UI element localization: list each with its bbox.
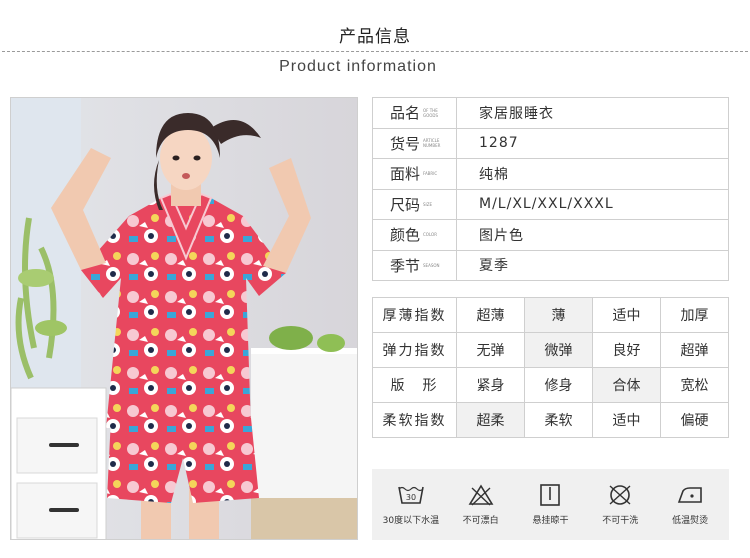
care-item-dryclean: 不可干洗 bbox=[587, 483, 653, 526]
info-label-en: SEASON bbox=[423, 262, 440, 268]
care-label: 不可漂白 bbox=[462, 516, 499, 526]
attr-option: 合体 bbox=[593, 368, 661, 403]
info-value: 1287 bbox=[479, 135, 519, 152]
attr-option: 微弹 bbox=[525, 333, 593, 368]
info-value: M/L/XL/XXL/XXXL bbox=[479, 196, 614, 213]
attr-option: 无弹 bbox=[457, 333, 525, 368]
attr-option: 适中 bbox=[593, 403, 661, 438]
care-label: 悬挂晾干 bbox=[532, 516, 569, 526]
info-label-cell: 季节 SEASON bbox=[373, 250, 457, 280]
info-label-en: COLOR bbox=[423, 232, 437, 238]
header-divider bbox=[2, 51, 748, 52]
info-label: 货号 bbox=[390, 134, 421, 153]
product-info-table: 品名 OF THE GOODS 家居服睡衣 货号 ARTICLE NUMBER … bbox=[372, 97, 729, 281]
care-item-bleach: 不可漂白 bbox=[448, 483, 514, 526]
attr-option: 紧身 bbox=[457, 368, 525, 403]
attr-option: 超弹 bbox=[661, 333, 729, 368]
info-label-cell: 尺码 SIZE bbox=[373, 189, 457, 219]
info-label: 品名 bbox=[390, 104, 421, 123]
info-label: 面料 bbox=[390, 165, 421, 184]
info-label: 颜色 bbox=[390, 226, 421, 245]
attr-label: 柔软指数 bbox=[373, 403, 457, 438]
attr-row-softness: 柔软指数 超柔 柔软 适中 偏硬 bbox=[373, 403, 729, 438]
page-title-cn: 产品信息 bbox=[339, 27, 411, 47]
info-label-cell: 面料 FABRIC bbox=[373, 159, 457, 189]
attr-row-elasticity: 弹力指数 无弹 微弹 良好 超弹 bbox=[373, 333, 729, 368]
attr-row-fit: 版 形 紧身 修身 合体 宽松 bbox=[373, 368, 729, 403]
attr-label: 版 形 bbox=[373, 368, 457, 403]
attr-option: 加厚 bbox=[661, 298, 729, 333]
info-label-cell: 货号 ARTICLE NUMBER bbox=[373, 128, 457, 158]
info-label-cell: 品名 OF THE GOODS bbox=[373, 98, 457, 128]
info-label: 尺码 bbox=[390, 195, 421, 214]
info-label-en: FABRIC bbox=[423, 171, 438, 177]
attr-label: 厚薄指数 bbox=[373, 298, 457, 333]
info-row-size: 尺码 SIZE M/L/XL/XXL/XXXL bbox=[372, 189, 729, 220]
info-value: 纯棉 bbox=[479, 166, 509, 183]
info-row-article: 货号 ARTICLE NUMBER 1287 bbox=[372, 128, 729, 159]
attr-option: 良好 bbox=[593, 333, 661, 368]
no-bleach-icon bbox=[468, 484, 494, 506]
attr-option: 修身 bbox=[525, 368, 593, 403]
care-instructions: 30 30度以下水温 不可漂白 悬挂晾干 不可干洗 低温熨烫 bbox=[372, 469, 729, 540]
care-label: 低温熨烫 bbox=[672, 516, 709, 526]
info-label: 季节 bbox=[390, 256, 421, 275]
info-row-name: 品名 OF THE GOODS 家居服睡衣 bbox=[372, 98, 729, 129]
attr-option: 宽松 bbox=[661, 368, 729, 403]
care-item-dry: 悬挂晾干 bbox=[517, 483, 583, 526]
low-iron-icon bbox=[677, 487, 702, 503]
attr-option: 适中 bbox=[593, 298, 661, 333]
attr-option: 偏硬 bbox=[661, 403, 729, 438]
attribute-table: 厚薄指数 超薄 薄 适中 加厚 弹力指数 无弹 微弹 良好 超弹 版 形 紧身 … bbox=[372, 297, 729, 438]
attr-label: 弹力指数 bbox=[373, 333, 457, 368]
attr-option: 超薄 bbox=[457, 298, 525, 333]
attr-option: 超柔 bbox=[457, 403, 525, 438]
info-label-cell: 颜色 COLOR bbox=[373, 220, 457, 250]
no-dry-clean-icon bbox=[609, 485, 631, 505]
attr-row-thickness: 厚薄指数 超薄 薄 适中 加厚 bbox=[373, 298, 729, 333]
wash-temp-text: 30 bbox=[406, 493, 416, 502]
product-photo bbox=[10, 97, 358, 540]
hang-dry-icon bbox=[540, 484, 561, 506]
info-value: 家居服睡衣 bbox=[479, 105, 554, 122]
page-title-en: Product information bbox=[279, 58, 437, 75]
attr-option: 柔软 bbox=[525, 403, 593, 438]
info-label-en: ARTICLE NUMBER bbox=[423, 138, 441, 149]
info-row-fabric: 面料 FABRIC 纯棉 bbox=[372, 159, 729, 190]
care-label: 30度以下水温 bbox=[382, 516, 440, 526]
care-item-wash: 30 30度以下水温 bbox=[378, 483, 444, 526]
info-label-en: SIZE bbox=[423, 201, 433, 207]
info-label-en: OF THE GOODS bbox=[423, 107, 439, 118]
care-item-iron: 低温熨烫 bbox=[657, 483, 723, 526]
care-label: 不可干洗 bbox=[602, 516, 639, 526]
info-value: 夏季 bbox=[479, 258, 509, 275]
info-row-season: 季节 SEASON 夏季 bbox=[372, 250, 729, 281]
info-value: 图片色 bbox=[479, 227, 524, 244]
attr-option: 薄 bbox=[525, 298, 593, 333]
wash-30-icon: 30 bbox=[398, 486, 424, 504]
info-row-color: 颜色 COLOR 图片色 bbox=[372, 220, 729, 251]
